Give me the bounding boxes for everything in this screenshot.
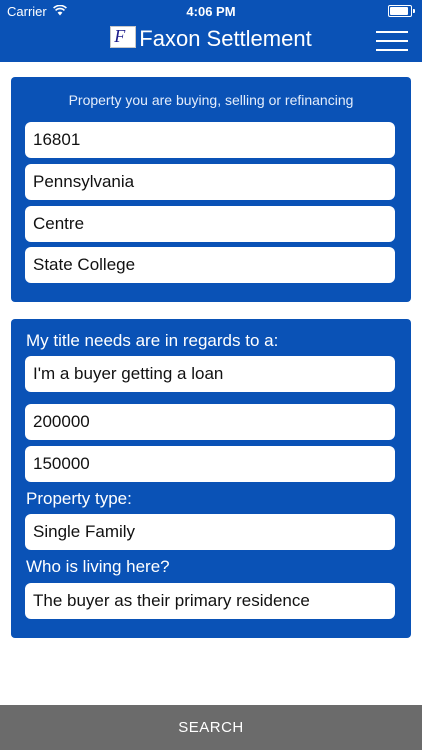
hamburger-line (376, 49, 408, 51)
title-needs-label: My title needs are in regards to a: (26, 331, 279, 350)
loan-amount-field[interactable]: 150000 (25, 446, 395, 482)
property-type-label: Property type: (26, 489, 132, 508)
city-field[interactable]: State College (25, 247, 395, 283)
zip-code-field[interactable]: 16801 (25, 122, 395, 158)
status-time: 4:06 PM (186, 4, 236, 19)
property-location-caption: Property you are buying, selling or refi… (68, 92, 354, 108)
nav-bar: F Faxon Settlement (0, 22, 422, 62)
occupancy-label: Who is living here? (26, 557, 170, 576)
state-field[interactable]: Pennsylvania (25, 164, 395, 200)
purchase-price-field[interactable]: 200000 (25, 404, 395, 440)
title-needs-card: My title needs are in regards to a: I'm … (11, 319, 411, 638)
app-title: F Faxon Settlement (0, 26, 422, 52)
hamburger-line (376, 40, 408, 42)
search-button[interactable]: SEARCH (0, 705, 422, 750)
battery-icon (388, 5, 415, 17)
property-location-card: Property you are buying, selling or refi… (11, 77, 411, 302)
title-needs-select[interactable]: I'm a buyer getting a loan (25, 356, 395, 392)
status-bar: Carrier 4:06 PM (0, 0, 422, 22)
app-title-text: Faxon Settlement (139, 26, 312, 51)
occupancy-select[interactable]: The buyer as their primary residence (25, 583, 395, 619)
county-field[interactable]: Centre (25, 206, 395, 242)
battery-level-fill (390, 7, 408, 15)
hamburger-line (376, 31, 408, 33)
property-type-select[interactable]: Single Family (25, 514, 395, 550)
logo-letter: F (114, 26, 126, 46)
faxon-logo-icon: F (110, 26, 137, 48)
hamburger-menu-button[interactable] (376, 29, 408, 53)
